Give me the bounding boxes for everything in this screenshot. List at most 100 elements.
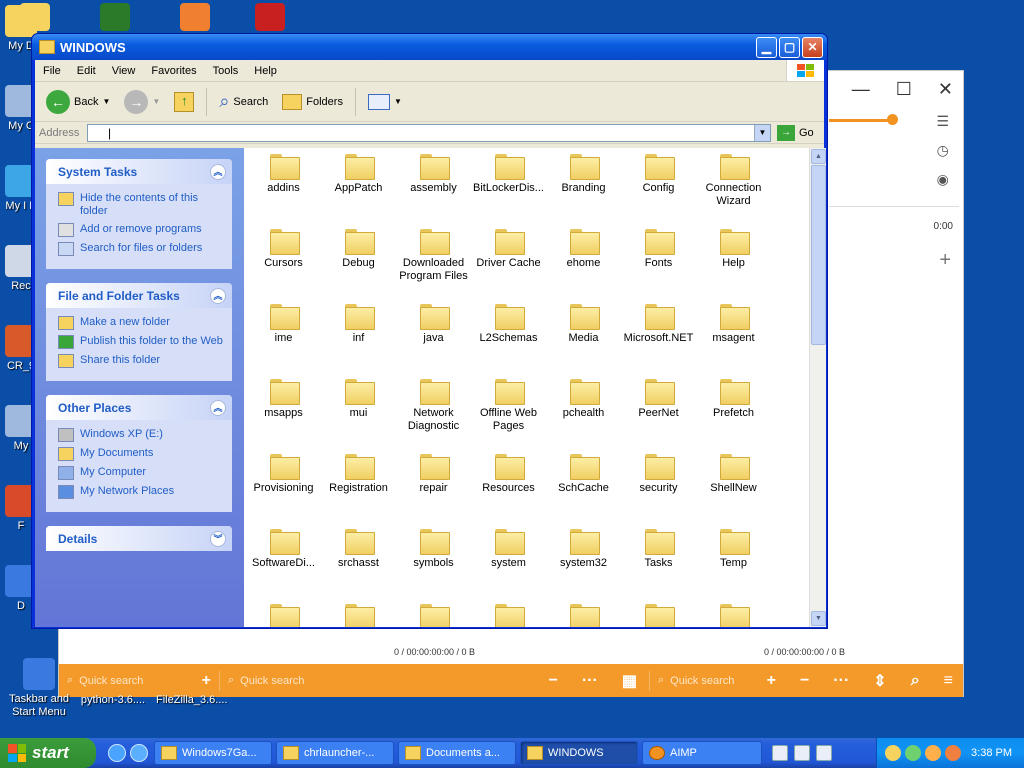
folder-item[interactable] xyxy=(321,598,396,627)
start-button[interactable]: start xyxy=(0,738,96,768)
folder-item[interactable]: ehome xyxy=(546,223,621,298)
quick-search-2[interactable]: ⌕ Quick search − ··· ▦ xyxy=(219,670,649,691)
quick-search-3[interactable]: ⌕ Quick search + − ··· ⇕ ⌕ ≡ xyxy=(649,670,963,691)
collapse-icon[interactable]: ︽ xyxy=(210,399,226,416)
folder-item[interactable]: repair xyxy=(396,448,471,523)
vertical-scrollbar[interactable]: ▲ ▼ xyxy=(809,148,826,627)
folder-item[interactable]: Driver Cache xyxy=(471,223,546,298)
views-button[interactable]: ▼ xyxy=(363,91,407,113)
desktop-app-icon[interactable] xyxy=(180,3,210,31)
taskbar-button[interactable]: Documents a... xyxy=(398,741,516,765)
taskbar-button[interactable]: Windows7Ga... xyxy=(154,741,272,765)
folder-item[interactable]: srchasst xyxy=(321,523,396,598)
taskbar-button[interactable]: WINDOWS xyxy=(520,741,638,765)
folder-item[interactable]: PeerNet xyxy=(621,373,696,448)
back-button[interactable]: ← Back ▼ xyxy=(41,87,115,117)
panel-header[interactable]: File and Folder Tasks ︽ xyxy=(46,283,232,308)
explorer-window[interactable]: WINDOWS ▁ ▢ ✕ File Edit View Favorites Tools… xyxy=(31,33,828,629)
folder-item[interactable] xyxy=(696,598,771,627)
task-link[interactable]: Hide the contents of this folder xyxy=(58,192,224,218)
chevron-down-icon[interactable]: ▼ xyxy=(102,97,110,106)
folder-item[interactable]: ime xyxy=(246,298,321,373)
address-input[interactable]: | ▼ xyxy=(87,123,771,142)
folder-item[interactable]: Downloaded Program Files xyxy=(396,223,471,298)
volume-slider[interactable] xyxy=(829,119,893,122)
folder-item[interactable]: Provisioning xyxy=(246,448,321,523)
title-bar[interactable]: WINDOWS ▁ ▢ ✕ xyxy=(32,34,827,60)
network-icon[interactable] xyxy=(905,745,921,761)
grid-icon[interactable]: ▦ xyxy=(622,671,637,691)
task-link[interactable]: Add or remove programs xyxy=(58,223,224,237)
folder-item[interactable]: security xyxy=(621,448,696,523)
folder-item[interactable]: inf xyxy=(321,298,396,373)
task-link[interactable]: My Documents xyxy=(58,447,224,461)
more-icon[interactable]: ··· xyxy=(833,672,849,690)
folder-item[interactable] xyxy=(396,598,471,627)
folder-item[interactable]: Cursors xyxy=(246,223,321,298)
minimize-icon[interactable]: — xyxy=(852,79,870,100)
security-shield-icon[interactable] xyxy=(885,745,901,761)
radio-icon[interactable]: ◉ xyxy=(937,171,949,188)
menu-item-file[interactable]: File xyxy=(35,65,69,77)
folder-item[interactable]: msapps xyxy=(246,373,321,448)
taskbar-button[interactable]: chrlauncher-... xyxy=(276,741,394,765)
keyboard-icon[interactable] xyxy=(772,745,788,761)
desktop-icon[interactable]: FileZilla_3.6.... xyxy=(156,694,228,707)
panel-header[interactable]: Details ︾ xyxy=(46,526,232,551)
add-playlist-icon[interactable]: + xyxy=(939,249,951,272)
quick-search-1[interactable]: ⌕ Quick search + xyxy=(59,672,219,690)
expand-icon[interactable]: ︾ xyxy=(210,530,226,547)
desktop-app-icon[interactable] xyxy=(100,3,130,31)
add-icon[interactable]: + xyxy=(767,672,776,690)
scroll-up-button[interactable]: ▲ xyxy=(811,149,826,164)
folder-item[interactable]: Offline Web Pages xyxy=(471,373,546,448)
file-list[interactable]: addins AppPatch assembly BitLockerDis... Bra… xyxy=(244,148,826,627)
desktop-app-icon[interactable] xyxy=(20,3,50,31)
panel-header[interactable]: System Tasks ︽ xyxy=(46,159,232,184)
minus-icon[interactable]: − xyxy=(800,672,809,690)
desktop-icon[interactable]: Taskbar and Start Menu xyxy=(4,658,74,719)
folder-item[interactable]: msagent xyxy=(696,298,771,373)
folder-item[interactable] xyxy=(246,598,321,627)
equalizer-icon[interactable]: ☰ xyxy=(936,113,949,130)
update-icon[interactable] xyxy=(925,745,941,761)
menu-item-favorites[interactable]: Favorites xyxy=(143,65,204,77)
internet-explorer-icon[interactable] xyxy=(108,744,126,762)
folder-item[interactable]: assembly xyxy=(396,148,471,223)
sort-icon[interactable]: ⇕ xyxy=(873,671,886,691)
folder-item[interactable]: mui xyxy=(321,373,396,448)
pen-icon[interactable] xyxy=(794,745,810,761)
help-icon[interactable] xyxy=(816,745,832,761)
desktop-app-icon[interactable] xyxy=(255,3,285,31)
maximize-button[interactable]: ▢ xyxy=(779,36,800,58)
scroll-thumb[interactable] xyxy=(811,165,826,345)
folder-item[interactable] xyxy=(546,598,621,627)
menu-item-tools[interactable]: Tools xyxy=(205,65,247,77)
volume-slider-knob[interactable] xyxy=(887,114,898,125)
folder-item[interactable]: symbols xyxy=(396,523,471,598)
forward-button[interactable]: → ▼ xyxy=(119,87,165,117)
task-link[interactable]: Make a new folder xyxy=(58,316,224,330)
panel-header[interactable]: Other Places ︽ xyxy=(46,395,232,420)
task-link[interactable]: Share this folder xyxy=(58,354,224,368)
folder-item[interactable]: Connection Wizard xyxy=(696,148,771,223)
chevron-down-icon[interactable]: ▼ xyxy=(152,97,160,106)
folders-button[interactable]: Folders xyxy=(277,91,348,113)
collapse-icon[interactable]: ︽ xyxy=(210,287,226,304)
menu-item-view[interactable]: View xyxy=(104,65,144,77)
more-icon[interactable]: ··· xyxy=(582,672,598,690)
folder-item[interactable]: Registration xyxy=(321,448,396,523)
chevron-down-icon[interactable]: ▼ xyxy=(754,124,770,141)
up-button[interactable]: ↑ xyxy=(169,89,199,115)
folder-item[interactable]: Debug xyxy=(321,223,396,298)
folder-item[interactable]: Tasks xyxy=(621,523,696,598)
scroll-down-button[interactable]: ▼ xyxy=(811,611,826,626)
folder-item[interactable]: BitLockerDis... xyxy=(471,148,546,223)
folder-item[interactable]: Temp xyxy=(696,523,771,598)
folder-item[interactable]: Resources xyxy=(471,448,546,523)
close-icon[interactable]: ✕ xyxy=(938,79,953,100)
folder-item[interactable] xyxy=(471,598,546,627)
folder-item[interactable]: system xyxy=(471,523,546,598)
menu-item-edit[interactable]: Edit xyxy=(69,65,104,77)
folder-item[interactable]: java xyxy=(396,298,471,373)
